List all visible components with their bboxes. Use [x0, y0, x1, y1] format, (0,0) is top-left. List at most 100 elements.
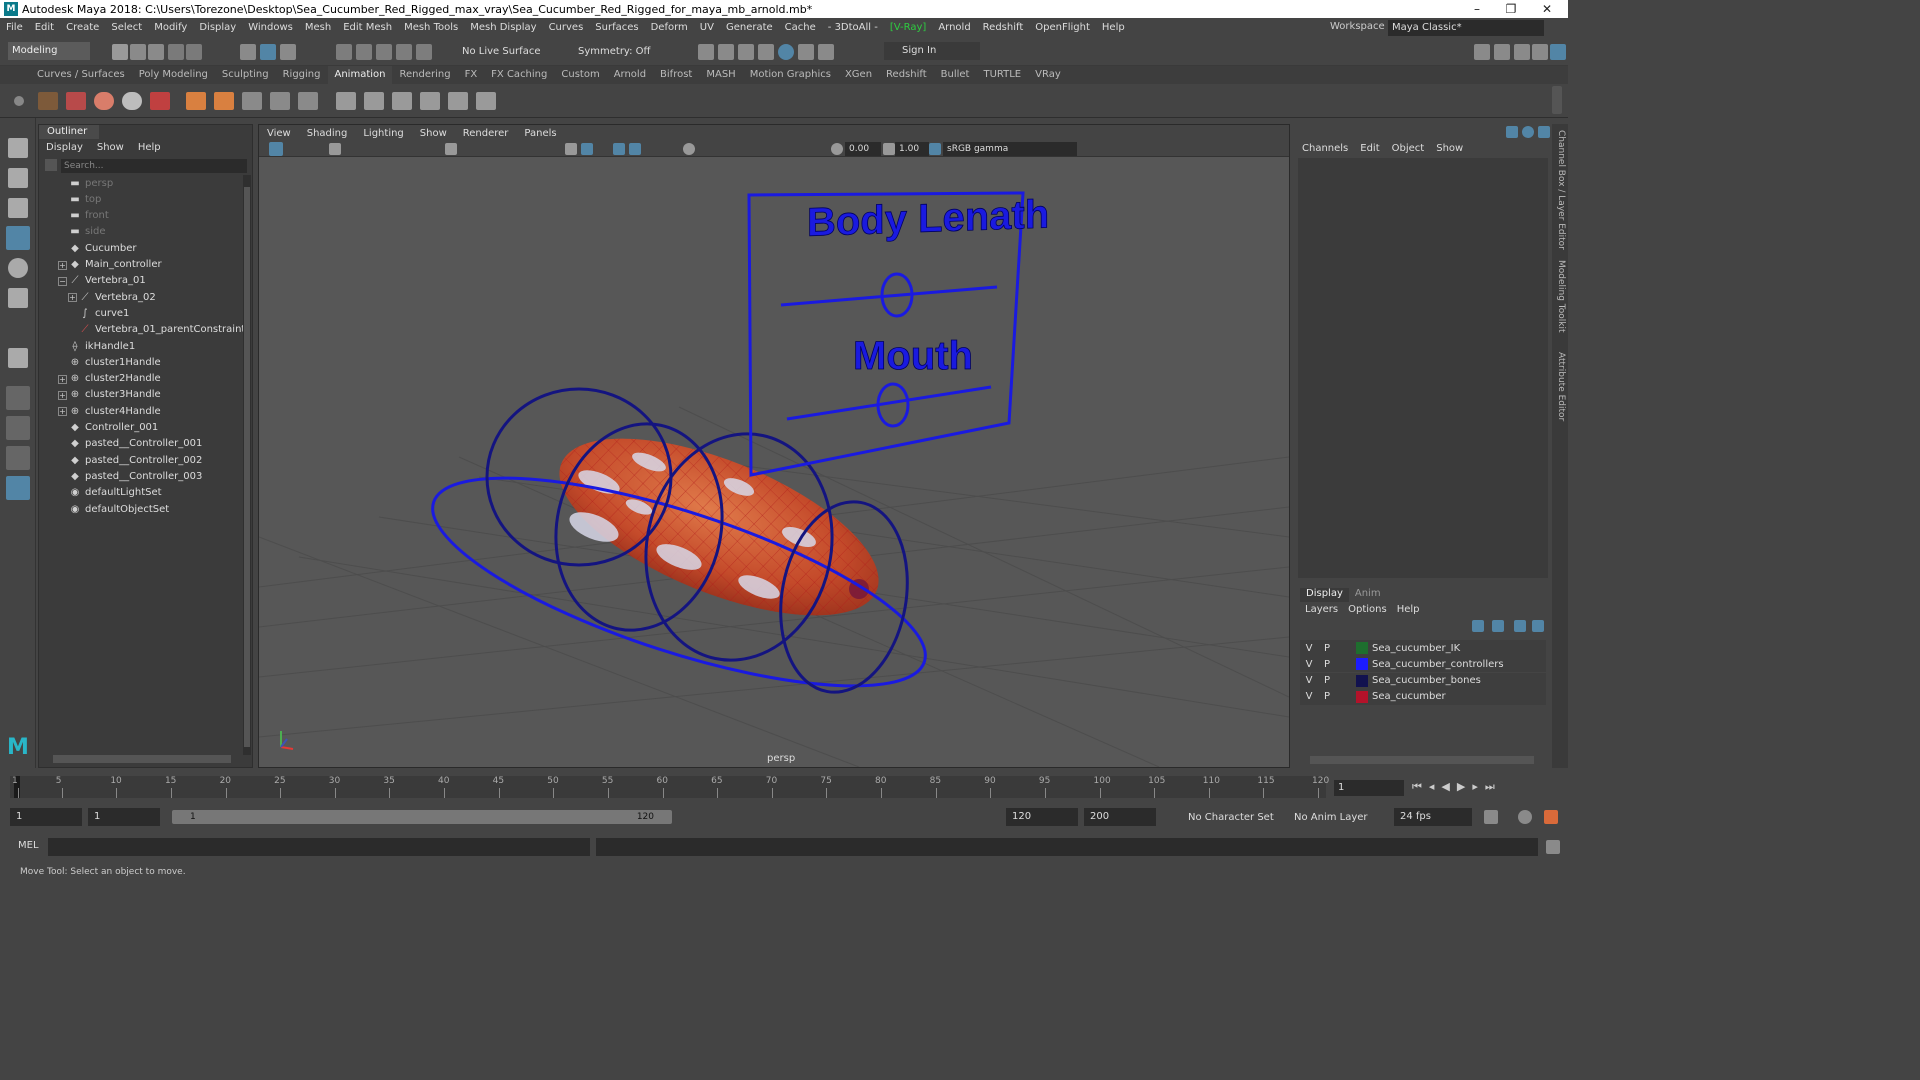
shelf-tab-14[interactable]: Redshift — [879, 66, 934, 84]
outliner-item-4[interactable]: ◆ Cucumber — [69, 240, 269, 256]
shelf-tab-10[interactable]: Bifrost — [653, 66, 699, 84]
playback-controls[interactable]: ⏮◂◀▶▸⏭ — [1412, 780, 1562, 796]
select-component-icon[interactable] — [280, 44, 296, 60]
render-region-icon[interactable] — [718, 44, 734, 60]
last-tool-icon[interactable] — [8, 348, 28, 368]
scale-tool-icon[interactable] — [8, 288, 28, 308]
outliner-menu-0[interactable]: Display — [39, 142, 90, 153]
outliner-item-10[interactable]: ⟠ ikHandle1 — [69, 338, 269, 354]
minimize-button[interactable]: – — [1462, 0, 1492, 18]
outliner-item-1[interactable]: ▬ top — [69, 191, 269, 207]
playblast-icon[interactable] — [38, 92, 58, 110]
snap-view-icon[interactable] — [396, 44, 412, 60]
outliner-scrollbar[interactable] — [243, 175, 251, 755]
loop-icon[interactable] — [1484, 810, 1498, 824]
workspace-dropdown[interactable]: Maya Classic* — [1388, 20, 1544, 36]
outliner-item-15[interactable]: ◆ Controller_001 — [69, 420, 269, 436]
viewport-menu-2[interactable]: Lighting — [355, 128, 411, 139]
new-scene-icon[interactable] — [112, 44, 128, 60]
layer-move-down-icon[interactable] — [1492, 620, 1504, 632]
shelf-tab-12[interactable]: Motion Graphics — [743, 66, 838, 84]
menu-item-20[interactable]: Redshift — [977, 22, 1030, 33]
menu-item-21[interactable]: OpenFlight — [1029, 22, 1096, 33]
select-tool-icon[interactable] — [8, 138, 28, 158]
layer-playback-toggle[interactable]: P — [1318, 643, 1336, 654]
open-scene-icon[interactable] — [130, 44, 146, 60]
menu-item-14[interactable]: UV — [694, 22, 720, 33]
camera-attributes-icon[interactable] — [329, 143, 341, 155]
single-pane-layout-icon[interactable] — [6, 386, 30, 410]
expander-icon[interactable]: + — [58, 390, 67, 400]
ik-handle-tool-icon[interactable] — [270, 92, 290, 110]
gamma-field[interactable]: 1.00 — [895, 142, 929, 156]
smooth-shade-icon[interactable] — [581, 143, 593, 155]
menu-item-9[interactable]: Mesh Tools — [398, 22, 464, 33]
outliner-item-13[interactable]: ⊕ cluster3Handle — [69, 387, 269, 403]
lasso-tool-icon[interactable] — [8, 168, 28, 188]
wireframe-icon[interactable] — [565, 143, 577, 155]
auto-key-icon[interactable] — [1518, 810, 1532, 824]
shelf-tab-15[interactable]: Bullet — [934, 66, 977, 84]
viewport-menu-1[interactable]: Shading — [299, 128, 356, 139]
shelf-tab-16[interactable]: TURTLE — [976, 66, 1028, 84]
exposure-icon[interactable] — [831, 143, 843, 155]
shelf-tab-17[interactable]: VRay — [1028, 66, 1068, 84]
layer-visibility-toggle[interactable]: V — [1300, 659, 1318, 670]
outliner-layout-icon[interactable] — [6, 476, 30, 500]
toggle-modeling-toolkit-icon[interactable] — [1494, 44, 1510, 60]
menu-item-0[interactable]: File — [0, 22, 29, 33]
shelf-tab-0[interactable]: Curves / Surfaces — [30, 66, 132, 84]
color-management-icon[interactable] — [929, 143, 941, 155]
maximize-button[interactable]: ❐ — [1496, 0, 1526, 18]
outliner-item-2[interactable]: ▬ front — [69, 208, 269, 224]
close-button[interactable]: ✕ — [1532, 0, 1562, 18]
four-pane-layout-icon[interactable] — [6, 416, 30, 440]
shelf-tab-11[interactable]: MASH — [699, 66, 742, 84]
ipr-render-icon[interactable] — [798, 44, 814, 60]
point-constraint-icon[interactable] — [336, 92, 356, 110]
menu-item-2[interactable]: Create — [60, 22, 105, 33]
shelf-tab-5[interactable]: Rendering — [392, 66, 457, 84]
menu-item-17[interactable]: - 3DtoAll - — [822, 22, 884, 33]
motion-trail-icon[interactable] — [66, 92, 86, 110]
snap-grid-icon[interactable] — [336, 44, 352, 60]
outliner-item-0[interactable]: ▬ persp — [69, 175, 269, 191]
menu-item-18[interactable]: [V-Ray] — [884, 22, 932, 33]
layer-color-swatch[interactable] — [1356, 690, 1368, 703]
anim-prefs-icon[interactable] — [1544, 810, 1558, 824]
viewport-menu-3[interactable]: Show — [412, 128, 455, 139]
new-layer-icon[interactable] — [1514, 620, 1526, 632]
expander-icon[interactable]: + — [58, 374, 67, 384]
symmetry-dropdown[interactable]: Symmetry: Off — [578, 46, 650, 57]
viewport-scene[interactable]: Body Lenath Mouth persp — [259, 157, 1289, 767]
shelf-tab-7[interactable]: FX Caching — [484, 66, 554, 84]
anim-layer-dropdown[interactable]: No Anim Layer — [1294, 812, 1368, 823]
channel-menu-2[interactable]: Object — [1386, 143, 1431, 154]
search-filter-icon[interactable] — [45, 159, 57, 171]
channel-menu-0[interactable]: Channels — [1296, 143, 1354, 154]
grid-toggle-icon[interactable] — [445, 143, 457, 155]
viewport-menu-4[interactable]: Renderer — [455, 128, 517, 139]
menu-item-6[interactable]: Windows — [242, 22, 299, 33]
render-frame-icon[interactable] — [698, 44, 714, 60]
textured-icon[interactable] — [613, 143, 625, 155]
snap-curve-icon[interactable] — [356, 44, 372, 60]
outliner-search-input[interactable]: Search... — [61, 159, 247, 173]
set-breakdown-icon[interactable] — [186, 92, 206, 110]
fps-dropdown[interactable]: 24 fps — [1394, 808, 1472, 826]
aim-constraint-icon[interactable] — [364, 92, 384, 110]
outliner-item-3[interactable]: ▬ side — [69, 224, 269, 240]
toggle-channel-box-icon[interactable] — [1550, 44, 1566, 60]
menu-item-11[interactable]: Curves — [543, 22, 590, 33]
outliner-item-14[interactable]: ⊕ cluster4Handle — [69, 403, 269, 419]
layer-visibility-toggle[interactable]: V — [1300, 643, 1318, 654]
layer-color-swatch[interactable] — [1356, 642, 1368, 654]
playback-start-field[interactable]: 1 — [88, 808, 160, 826]
layer-tab-1[interactable]: Anim — [1349, 588, 1387, 602]
side-tab-channel-box[interactable]: Channel Box / Layer Editor — [1556, 130, 1566, 250]
parent-constraint-icon[interactable] — [448, 92, 468, 110]
unghost-icon[interactable] — [122, 92, 142, 110]
outliner-item-20[interactable]: ◉ defaultObjectSet — [69, 501, 269, 517]
layer-menu-2[interactable]: Help — [1392, 604, 1425, 618]
shelf-tab-3[interactable]: Rigging — [276, 66, 328, 84]
